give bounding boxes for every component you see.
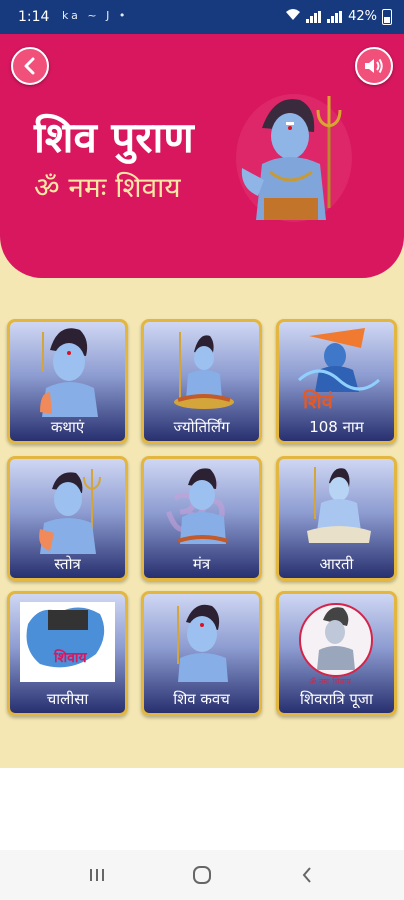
tile-stotra[interactable]: स्तोत्र bbox=[7, 456, 128, 581]
tile-chalisa[interactable]: शिवाय चालीसा bbox=[7, 591, 128, 716]
tile-kathayen[interactable]: कथाएं bbox=[7, 319, 128, 444]
shiva-portrait-image bbox=[177, 604, 228, 682]
tile-108-naam[interactable]: शिवं 108 नाम bbox=[276, 319, 397, 444]
page-subtitle: ॐ नमः शिवाय bbox=[34, 171, 181, 204]
shiva-trishul-image bbox=[39, 469, 101, 554]
nav-back-button[interactable] bbox=[287, 860, 327, 890]
chalisa-art-image: शिवाय bbox=[20, 602, 115, 682]
tile-label: 108 नाम bbox=[309, 418, 364, 436]
shivratri-art-image: ॐ नमः शिवाय bbox=[299, 603, 373, 686]
home-button[interactable] bbox=[182, 860, 222, 890]
tile-shivratri-pooja[interactable]: ॐ नमः शिवाय शिवरात्रि पूजा bbox=[276, 591, 397, 716]
recents-button[interactable] bbox=[77, 860, 117, 890]
wifi-icon bbox=[285, 8, 301, 25]
shiva-header-image bbox=[236, 94, 352, 222]
tile-shiv-kavach[interactable]: शिव कवच bbox=[141, 591, 262, 716]
signal-icon bbox=[306, 10, 322, 23]
shiva-blessing-image bbox=[40, 328, 98, 417]
tile-label: मंत्र bbox=[192, 555, 211, 573]
recents-icon bbox=[90, 869, 105, 881]
svg-text:शिवाय: शिवाय bbox=[53, 649, 88, 666]
status-time: 1:14 bbox=[18, 9, 50, 25]
svg-text:ॐ नमः शिवाय: ॐ नमः शिवाय bbox=[309, 676, 351, 686]
tile-jyotirling[interactable]: ज्योतिर्लिंग bbox=[141, 319, 262, 444]
tile-label: ज्योतिर्लिंग bbox=[173, 418, 230, 436]
speaker-icon bbox=[365, 58, 383, 74]
shiva-dancing-image: शिवं bbox=[297, 328, 381, 413]
shiva-meditating-image bbox=[174, 332, 234, 409]
shiva-seated-image bbox=[307, 467, 371, 543]
tile-label: शिव कवच bbox=[173, 690, 230, 708]
tile-label: कथाएं bbox=[50, 418, 85, 436]
home-icon bbox=[192, 866, 211, 884]
signal-icon-2 bbox=[327, 10, 343, 23]
system-nav-bar bbox=[0, 850, 404, 900]
chevron-left-icon bbox=[24, 57, 35, 75]
back-button[interactable] bbox=[11, 47, 49, 85]
page-title: शिव पुराण bbox=[34, 113, 194, 162]
tile-label: आरती bbox=[319, 555, 354, 573]
battery-percent: 42% bbox=[348, 9, 377, 24]
shiva-om-image: ॐ bbox=[164, 468, 229, 554]
battery-icon bbox=[382, 8, 392, 25]
status-bar: 1:14 ka ~ J • 42% bbox=[0, 0, 404, 34]
tile-label: चालीसा bbox=[46, 690, 89, 708]
back-icon bbox=[302, 867, 311, 883]
notification-icons: ka ~ J • bbox=[62, 9, 129, 22]
sound-button[interactable] bbox=[355, 47, 393, 85]
tile-label: स्तोत्र bbox=[54, 555, 81, 573]
tile-mantra[interactable]: ॐ मंत्र bbox=[141, 456, 262, 581]
svg-text:शिवं: शिवं bbox=[302, 389, 334, 413]
tile-label: शिवरात्रि पूजा bbox=[300, 690, 373, 708]
tile-aarti[interactable]: आरती bbox=[276, 456, 397, 581]
